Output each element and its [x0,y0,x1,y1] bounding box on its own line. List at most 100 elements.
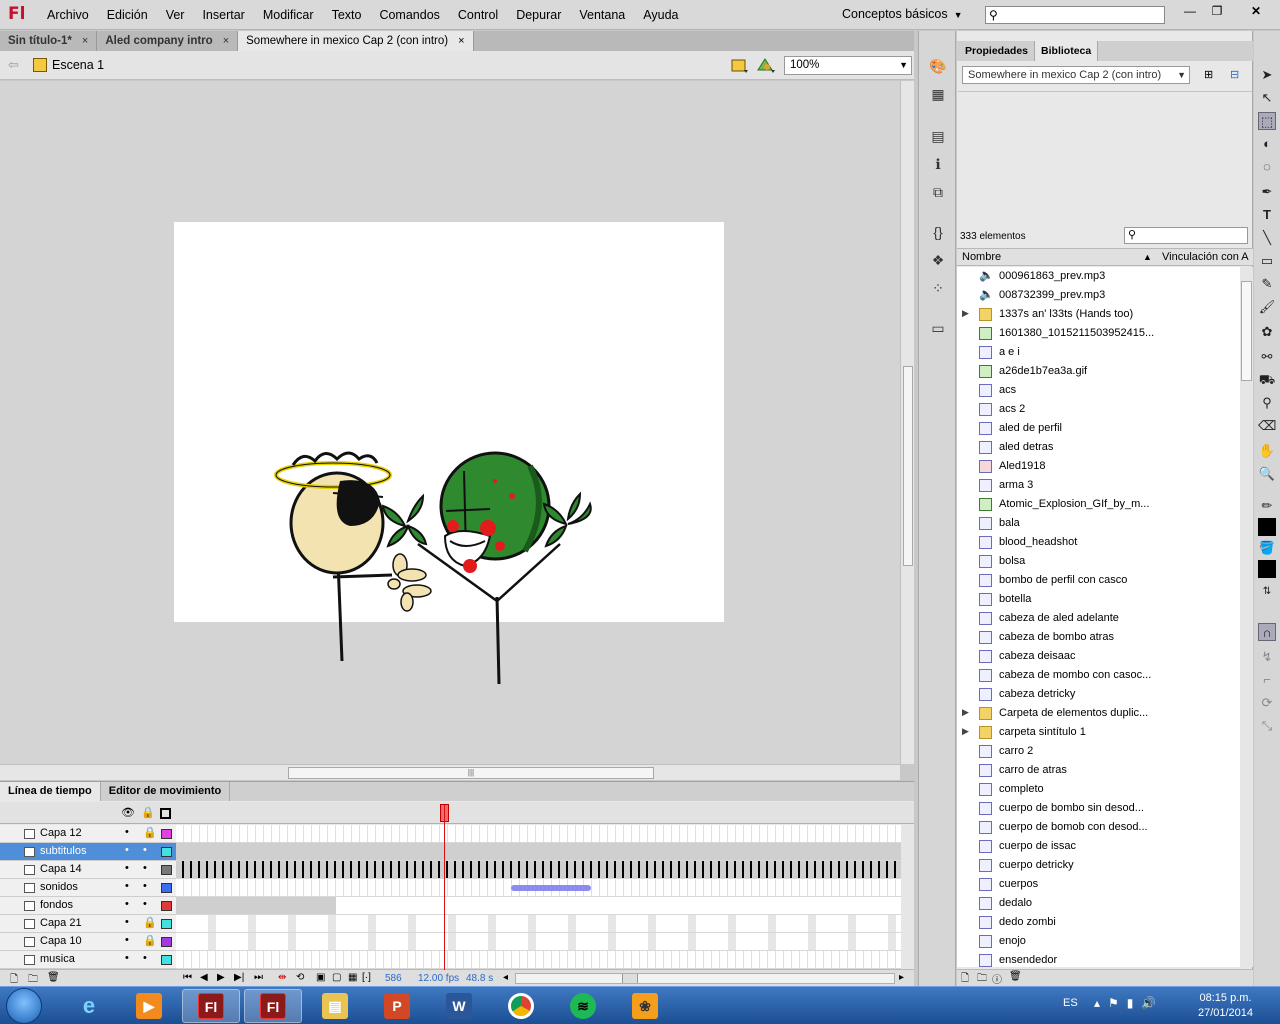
column-linkage[interactable]: Vinculación con A [1162,251,1249,263]
library-item[interactable]: carro de atras [957,761,1240,780]
library-item[interactable]: bombo de perfil con casco [957,571,1240,590]
layer-color-swatch[interactable] [161,955,172,965]
library-item[interactable]: enojo [957,932,1240,951]
lasso-tool-icon[interactable]: ◌ [1258,158,1276,176]
layer-name[interactable]: Capa 14 [40,863,82,875]
first-frame-icon[interactable]: ⏮ [183,972,192,983]
components-icon[interactable]: ❖ [928,250,948,270]
taskbar-flash-2[interactable]: Fl [244,989,302,1023]
edit-symbols-icon[interactable] [756,56,776,74]
library-document-select[interactable]: Somewhere in mexico Cap 2 (con intro) ▼ [962,66,1190,84]
info-icon[interactable]: ℹ [928,154,948,174]
lock-icon[interactable]: 🔒 [143,916,157,929]
frame-grid[interactable] [176,825,901,969]
library-item[interactable]: cuerpo de bomob con desod... [957,818,1240,837]
pin-library-icon[interactable]: ⊞ [1204,68,1213,81]
layer-name[interactable]: musica [40,953,75,965]
menu-texto[interactable]: Texto [323,8,371,22]
menu-insertar[interactable]: Insertar [193,8,253,22]
library-item[interactable]: a26de1b7ea3a.gif [957,362,1240,381]
frame-row[interactable] [176,933,901,951]
layer-row[interactable]: Capa 12 • 🔒 [0,825,176,843]
visibility-toggle[interactable]: • [125,862,129,874]
scale-icon[interactable]: ⤡ [1258,717,1276,735]
layer-row[interactable]: fondos • • [0,897,176,915]
taskbar-powerpoint[interactable]: P [368,989,426,1023]
library-item[interactable]: Atomic_Explosion_GIf_by_m... [957,495,1240,514]
layer-row[interactable]: sonidos • • [0,879,176,897]
stage-horizontal-scrollbar[interactable]: ||| [0,764,900,780]
tab-aled-company-intro[interactable]: Aled company intro × [97,31,239,51]
layer-color-swatch[interactable] [161,919,172,929]
expand-arrow-icon[interactable]: ▶ [962,308,969,319]
properties-icon[interactable]: ⓘ [992,971,1002,986]
visibility-toggle[interactable]: • [125,934,129,946]
library-item[interactable]: acs 2 [957,400,1240,419]
minimize-button[interactable]: — [1177,1,1203,21]
visibility-toggle[interactable]: • [125,952,129,964]
deco-tool-icon[interactable]: ✿ [1258,323,1276,341]
lock-icon[interactable]: 🔒 [143,826,157,839]
selection-tool-icon[interactable]: ➤ [1258,66,1276,84]
taskbar-ie[interactable]: e [60,989,118,1023]
scroll-thumb[interactable] [622,974,638,983]
scroll-left-icon[interactable]: ◂ [503,972,508,983]
scroll-thumb[interactable] [1241,281,1252,381]
system-tray-icons[interactable]: ▴⚑▮🔊 [1094,996,1164,1010]
character-halo-guy[interactable] [274,451,432,662]
scroll-right-icon[interactable]: ▸ [899,972,904,983]
library-item[interactable]: bala [957,514,1240,533]
library-item[interactable]: cuerpos [957,875,1240,894]
eraser-tool-icon[interactable]: ⌫ [1258,417,1276,435]
onion-outline-icon[interactable]: ▢ [332,972,341,983]
lock-icon[interactable]: 🔒 [141,806,155,819]
library-item[interactable]: cabeza de mombo con casoc... [957,666,1240,685]
frame-row[interactable] [176,861,901,879]
stroke-color-icon[interactable]: ✏ [1258,497,1276,515]
edit-multiple-icon[interactable]: ▦ [348,972,357,983]
keyboard-language[interactable]: ES [1063,997,1078,1009]
library-item[interactable]: cabeza de bombo atras [957,628,1240,647]
library-item[interactable]: aled de perfil [957,419,1240,438]
back-arrow-icon[interactable]: ⇦ [8,57,19,73]
subselection-tool-icon[interactable]: ↖ [1258,89,1276,107]
timeline-horizontal-scrollbar[interactable] [515,973,895,984]
zoom-tool-icon[interactable]: 🔍 [1258,465,1276,483]
frame-row[interactable] [176,915,901,933]
eye-icon[interactable]: 👁 [121,806,135,819]
edit-scene-icon[interactable] [730,56,750,74]
loop-icon[interactable]: ⟲ [296,972,304,983]
frame-row[interactable] [176,879,901,897]
frame-row[interactable] [176,843,901,861]
taskbar-word[interactable]: W [430,989,488,1023]
transform-icon[interactable]: ⧉ [928,182,948,202]
layer-row[interactable]: Capa 14 • • [0,861,176,879]
trash-icon[interactable]: 🗑 [1009,971,1022,982]
layer-color-swatch[interactable] [161,883,172,893]
outline-icon[interactable] [160,808,171,819]
straighten-icon[interactable]: ⌐ [1258,671,1276,689]
library-item[interactable]: cabeza detricky [957,685,1240,704]
playhead-line[interactable] [444,805,445,970]
free-transform-tool-icon[interactable]: ⬚ [1258,112,1276,130]
eyedropper-tool-icon[interactable]: ⚲ [1258,394,1276,412]
close-icon[interactable]: × [82,35,88,47]
menu-edicion[interactable]: Edición [98,8,157,22]
restore-button[interactable]: ❐ [1204,1,1230,21]
library-item[interactable]: bolsa [957,552,1240,571]
menu-archivo[interactable]: Archivo [38,8,98,22]
frame-rate[interactable]: 12.00 fps [418,973,459,984]
lock-toggle[interactable]: • [143,952,147,964]
menu-depurar[interactable]: Depurar [507,8,570,22]
visibility-toggle[interactable]: • [125,880,129,892]
prev-frame-icon[interactable]: ◀ [200,972,208,983]
library-item[interactable]: 🔈 008732399_prev.mp3 [957,286,1240,305]
trash-icon[interactable]: 🗑 [47,972,60,983]
library-item[interactable]: ▶ Carpeta de elementos duplic... [957,704,1240,723]
lock-icon[interactable]: 🔒 [143,934,157,947]
library-vertical-scrollbar[interactable] [1240,267,1253,967]
scroll-thumb[interactable] [903,366,913,566]
library-item[interactable]: dedalo [957,894,1240,913]
library-item[interactable]: acs [957,381,1240,400]
lock-toggle[interactable]: • [143,880,147,892]
